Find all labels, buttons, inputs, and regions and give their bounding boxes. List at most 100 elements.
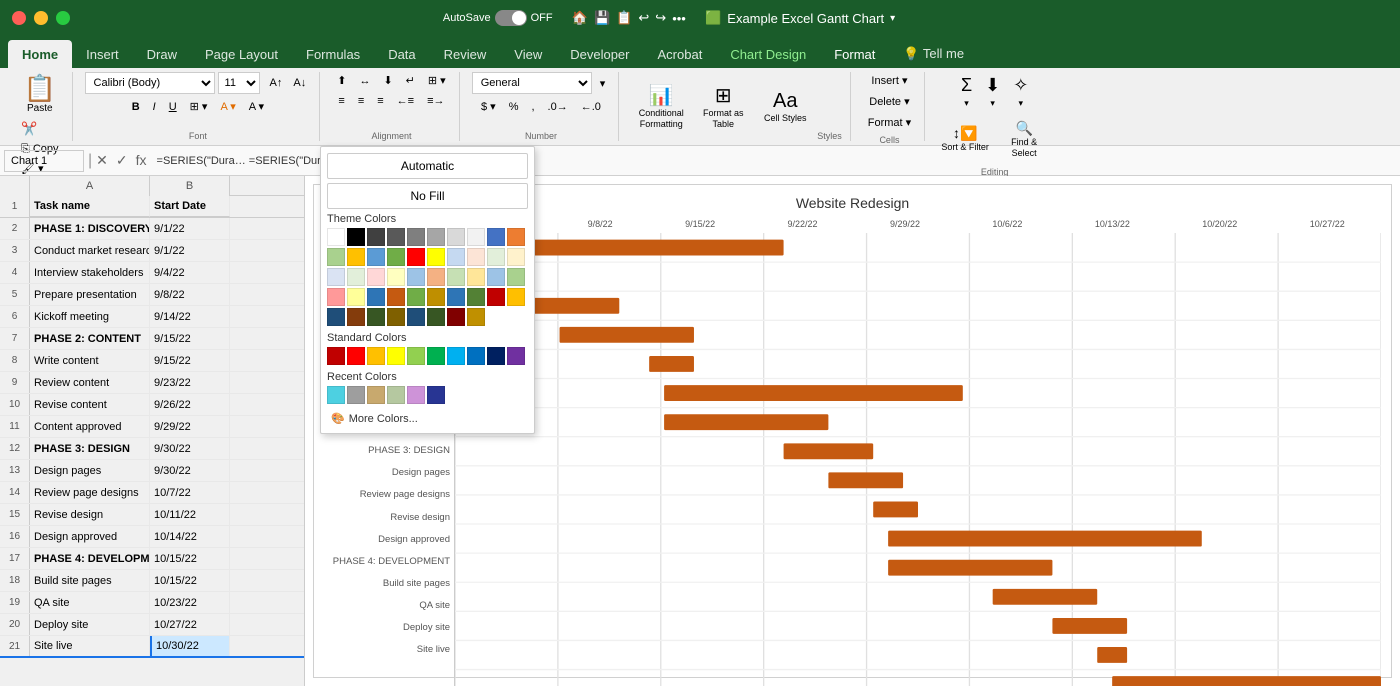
bold-button[interactable]: B	[127, 99, 145, 115]
borders-button[interactable]: ⊞ ▾	[185, 98, 213, 115]
cell-8b[interactable]: 9/15/22	[150, 350, 230, 371]
tab-data[interactable]: Data	[374, 40, 429, 68]
theme-color-swatch[interactable]	[347, 308, 365, 326]
percent-button[interactable]: %	[504, 99, 524, 115]
gantt-bar[interactable]	[649, 356, 694, 372]
theme-color-swatch[interactable]	[487, 228, 505, 246]
theme-color-swatch[interactable]	[347, 268, 365, 286]
theme-color-swatch[interactable]	[347, 248, 365, 266]
gantt-bar[interactable]	[828, 472, 903, 488]
tab-acrobat[interactable]: Acrobat	[644, 40, 717, 68]
merge-button[interactable]: ⊞ ▾	[423, 72, 451, 89]
number-format-select[interactable]: General	[472, 72, 592, 94]
standard-color-swatch[interactable]	[407, 347, 425, 365]
gantt-bar[interactable]	[784, 443, 874, 459]
theme-color-swatch[interactable]	[407, 268, 425, 286]
theme-color-swatch[interactable]	[347, 288, 365, 306]
gantt-bar[interactable]	[1097, 647, 1127, 663]
window-controls[interactable]	[12, 11, 70, 25]
autosave-toggle[interactable]	[495, 10, 527, 26]
save-as-icon[interactable]: 📋	[616, 10, 632, 26]
align-bottom-button[interactable]: ⬇	[378, 72, 397, 89]
clear-button[interactable]: ✧ ▾	[1008, 72, 1033, 112]
more-icon[interactable]: •••	[672, 11, 686, 26]
delete-button[interactable]: Delete ▾	[864, 93, 914, 110]
find-select-button[interactable]: 🔍 Find & Select	[996, 116, 1052, 163]
cell-19b[interactable]: 10/23/22	[150, 592, 230, 613]
cell-21b[interactable]: 10/30/22	[150, 636, 230, 656]
theme-color-swatch[interactable]	[387, 308, 405, 326]
gantt-bar[interactable]	[664, 385, 963, 401]
gantt-bar[interactable]	[873, 502, 918, 518]
cell-20a[interactable]: Deploy site	[30, 614, 150, 635]
automatic-color-button[interactable]: Automatic	[327, 153, 528, 179]
theme-color-swatch[interactable]	[367, 268, 385, 286]
gantt-bar[interactable]	[888, 531, 1202, 547]
theme-color-swatch[interactable]	[487, 288, 505, 306]
undo-icon[interactable]: ↩	[638, 10, 649, 26]
format-as-table-button[interactable]: ⊞ Format as Table	[693, 79, 753, 134]
theme-color-swatch[interactable]	[427, 228, 445, 246]
theme-color-swatch[interactable]	[407, 288, 425, 306]
maximize-button[interactable]	[56, 11, 70, 25]
cell-styles-button[interactable]: Aa Cell Styles	[755, 86, 815, 128]
font-color-button[interactable]: A ▾	[244, 98, 269, 115]
cell-3a[interactable]: Conduct market research	[30, 240, 150, 261]
theme-color-swatch[interactable]	[447, 308, 465, 326]
cell-2a[interactable]: PHASE 1: DISCOVERY	[30, 218, 150, 239]
cell-9b[interactable]: 9/23/22	[150, 372, 230, 393]
theme-color-swatch[interactable]	[367, 228, 385, 246]
underline-button[interactable]: U	[164, 99, 182, 115]
standard-color-swatch[interactable]	[507, 347, 525, 365]
gantt-bar[interactable]	[993, 589, 1098, 605]
standard-color-swatch[interactable]	[447, 347, 465, 365]
align-right-button[interactable]: ≡	[372, 93, 388, 109]
theme-color-swatch[interactable]	[427, 288, 445, 306]
more-colors-button[interactable]: 🎨 More Colors...	[327, 410, 528, 427]
tab-review[interactable]: Review	[430, 40, 501, 68]
cell-10b[interactable]: 9/26/22	[150, 394, 230, 415]
align-middle-button[interactable]: ↔	[354, 73, 375, 89]
cell-11a[interactable]: Content approved	[30, 416, 150, 437]
theme-color-swatch[interactable]	[427, 308, 445, 326]
theme-color-swatch[interactable]	[507, 248, 525, 266]
standard-color-swatch[interactable]	[327, 347, 345, 365]
recent-color-swatch[interactable]	[347, 386, 365, 404]
col-header-a[interactable]: A	[30, 176, 150, 196]
minimize-button[interactable]	[34, 11, 48, 25]
theme-color-swatch[interactable]	[327, 288, 345, 306]
cell-6a[interactable]: Kickoff meeting	[30, 306, 150, 327]
theme-color-swatch[interactable]	[427, 248, 445, 266]
theme-color-swatch[interactable]	[507, 228, 525, 246]
increase-font-size-button[interactable]: A↑	[265, 75, 288, 91]
wrap-text-button[interactable]: ↵	[401, 72, 420, 89]
tab-insert[interactable]: Insert	[72, 40, 133, 68]
gantt-bar[interactable]	[1112, 676, 1381, 686]
cell-17a[interactable]: PHASE 4: DEVELOPMENT	[30, 548, 150, 569]
cell-13b[interactable]: 9/30/22	[150, 460, 230, 481]
cell-1b[interactable]: Start Date	[150, 196, 230, 217]
theme-color-swatch[interactable]	[487, 248, 505, 266]
gantt-bar[interactable]	[560, 327, 694, 343]
autosum-button[interactable]: Σ ▾	[956, 72, 977, 112]
cell-8a[interactable]: Write content	[30, 350, 150, 371]
theme-color-swatch[interactable]	[447, 248, 465, 266]
tab-page-layout[interactable]: Page Layout	[191, 40, 292, 68]
tab-home[interactable]: Home	[8, 40, 72, 68]
standard-color-swatch[interactable]	[347, 347, 365, 365]
cancel-formula-icon[interactable]: ✕	[96, 152, 108, 169]
theme-color-swatch[interactable]	[387, 248, 405, 266]
cell-3b[interactable]: 9/1/22	[150, 240, 230, 261]
cell-5a[interactable]: Prepare presentation	[30, 284, 150, 305]
recent-color-swatch[interactable]	[387, 386, 405, 404]
cell-13a[interactable]: Design pages	[30, 460, 150, 481]
no-fill-button[interactable]: No Fill	[327, 183, 528, 209]
currency-button[interactable]: $ ▾	[476, 98, 501, 115]
tab-chart-design[interactable]: Chart Design	[716, 40, 820, 68]
insert-function-icon[interactable]: fx	[136, 152, 147, 169]
theme-color-swatch[interactable]	[447, 268, 465, 286]
theme-color-swatch[interactable]	[487, 268, 505, 286]
italic-button[interactable]: I	[148, 99, 161, 115]
cell-14b[interactable]: 10/7/22	[150, 482, 230, 503]
cell-17b[interactable]: 10/15/22	[150, 548, 230, 569]
